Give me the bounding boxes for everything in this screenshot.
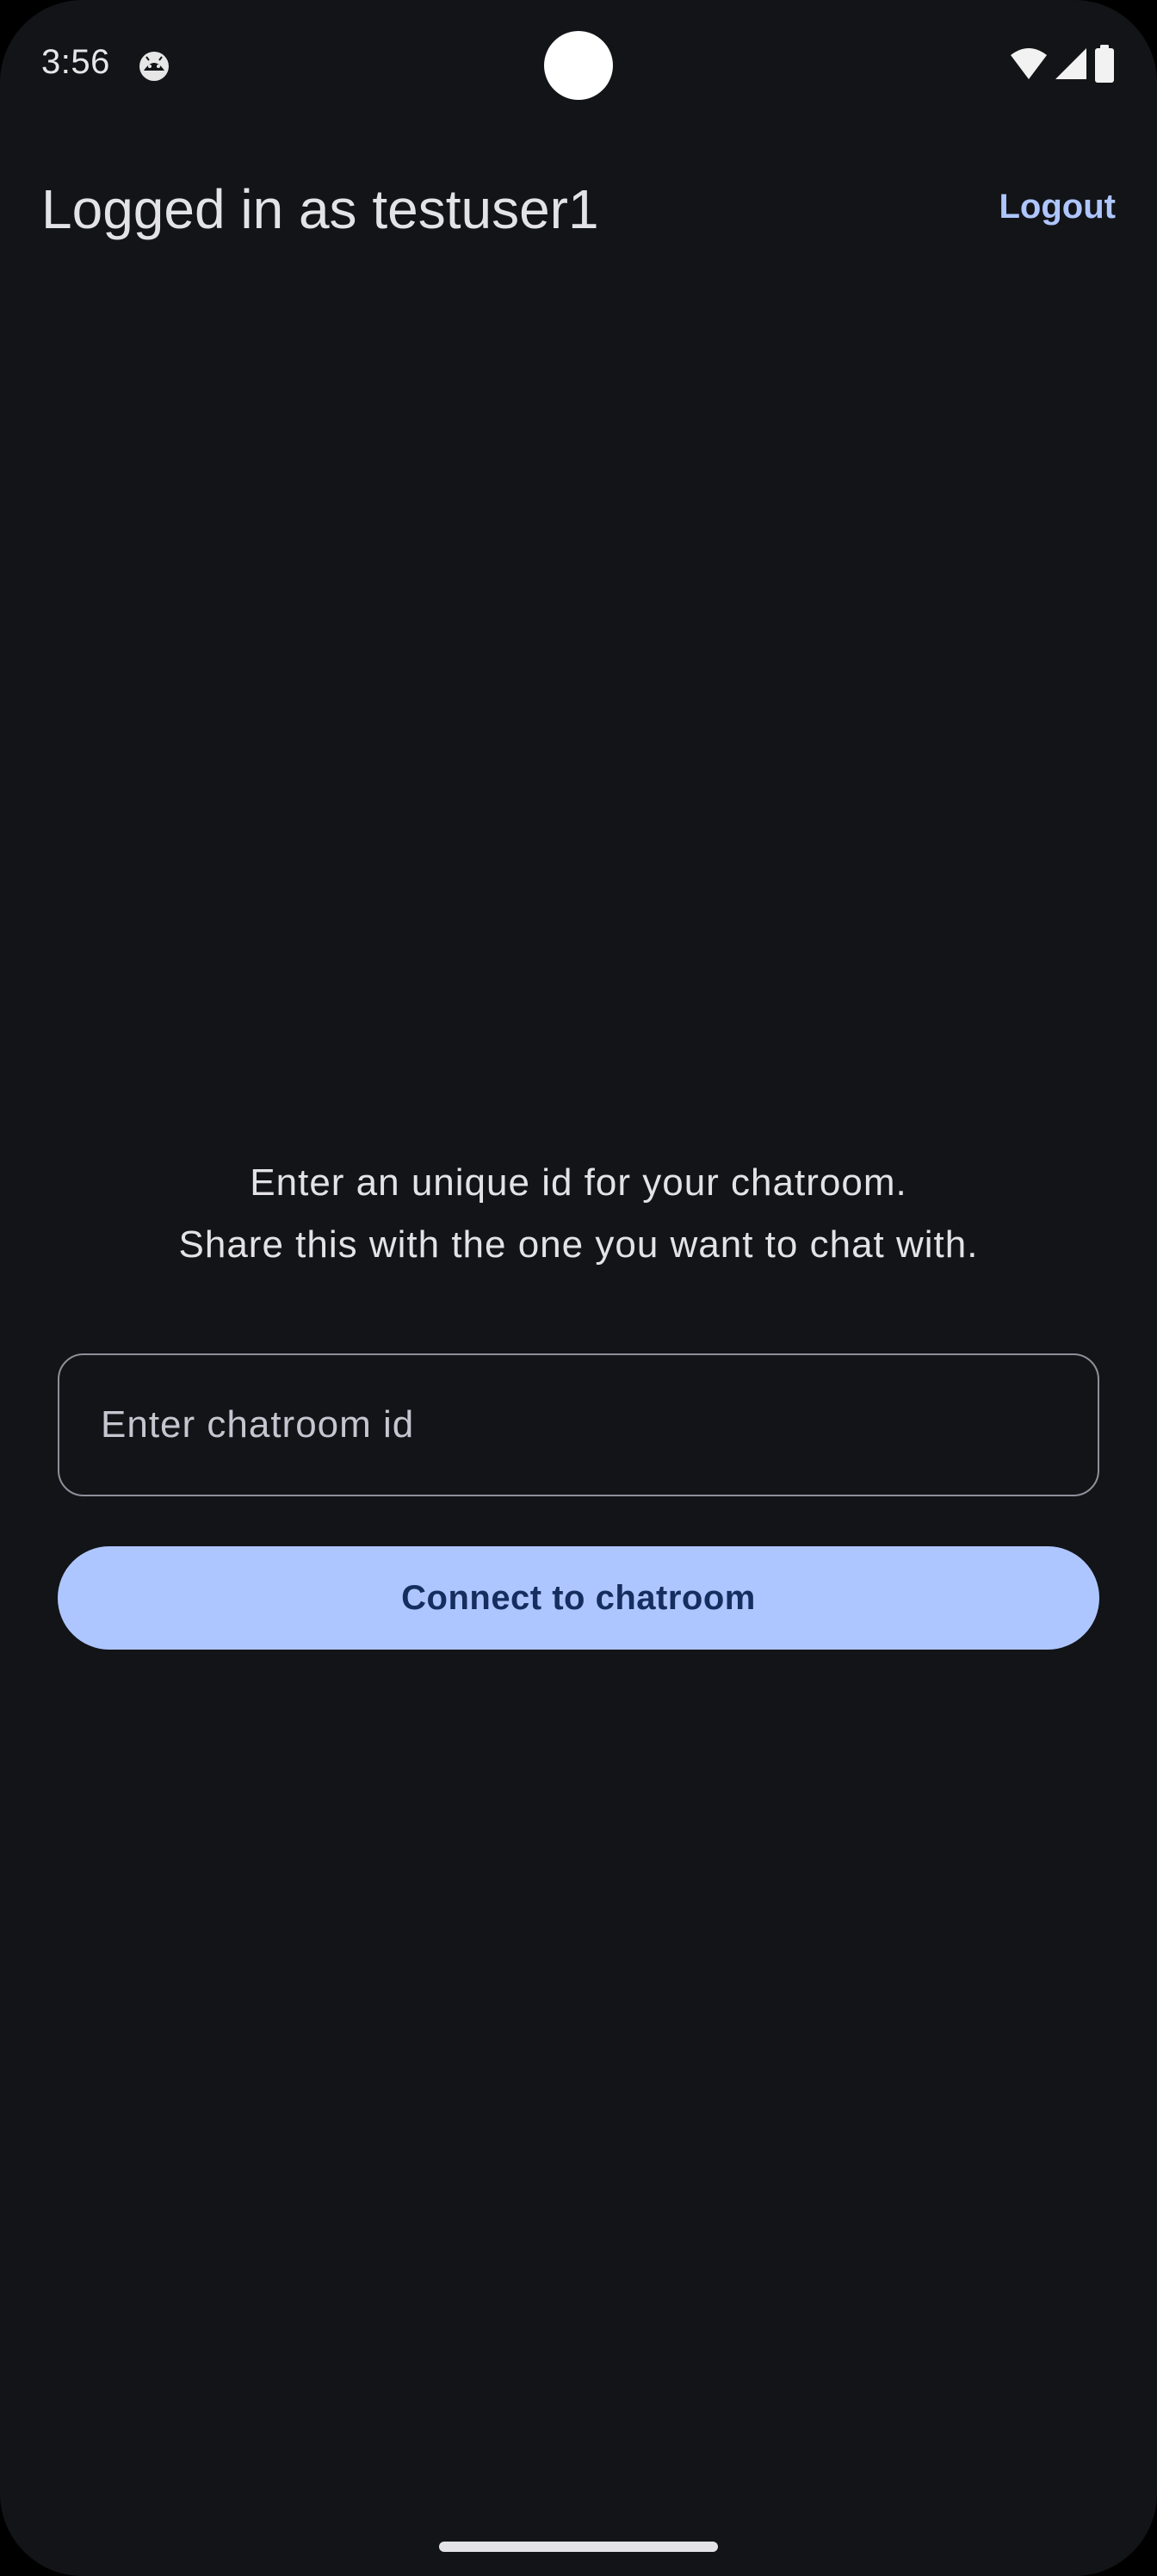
instruction-line-2: Share this with the one you want to chat… (178, 1223, 979, 1266)
status-time: 3:56 (41, 43, 110, 81)
page-title: Logged in as testuser1 (41, 178, 599, 240)
camera-cutout (544, 31, 613, 100)
instructions-text: Enter an unique id for your chatroom. Sh… (0, 1152, 1157, 1276)
app-screen: 3:56 Logged in as testuser1 Logout Enter… (0, 0, 1157, 2576)
chatroom-id-field[interactable] (58, 1353, 1099, 1496)
top-app-bar: Logged in as testuser1 Logout (0, 164, 1157, 258)
gesture-navigation-bar[interactable] (439, 2542, 718, 2552)
wifi-icon (1009, 46, 1049, 81)
status-icons (1009, 45, 1116, 83)
cellular-signal-icon (1054, 46, 1088, 81)
status-bar: 3:56 (0, 0, 1157, 129)
connect-to-chatroom-button[interactable]: Connect to chatroom (58, 1546, 1099, 1650)
android-robot-icon (138, 50, 170, 83)
logout-button[interactable]: Logout (999, 188, 1117, 226)
battery-icon (1093, 45, 1116, 83)
chatroom-id-input[interactable] (59, 1355, 1098, 1495)
instruction-line-1: Enter an unique id for your chatroom. (250, 1161, 907, 1204)
